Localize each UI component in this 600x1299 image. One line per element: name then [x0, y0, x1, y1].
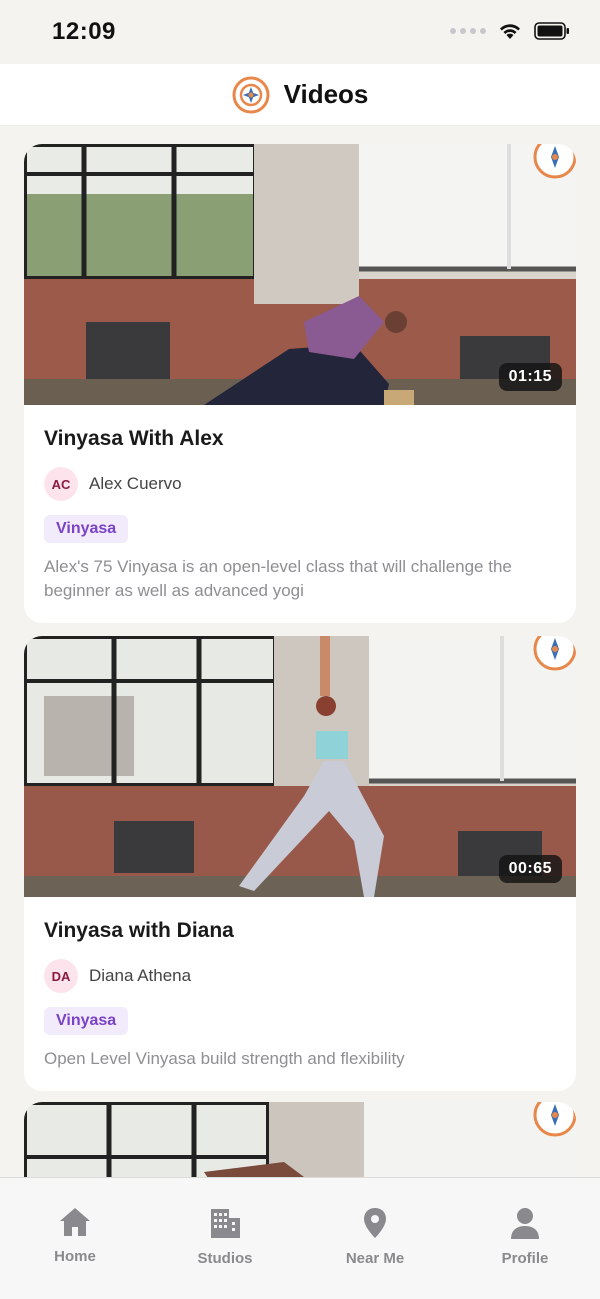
status-bar: 12:09: [0, 0, 600, 64]
instructor-name: Diana Athena: [89, 966, 192, 985]
tab-studios[interactable]: Studios: [150, 1178, 300, 1299]
category-tag[interactable]: Vinyasa: [44, 515, 129, 543]
video-thumbnail[interactable]: [24, 1102, 576, 1177]
tab-profile[interactable]: Profile: [450, 1178, 600, 1299]
video-title[interactable]: Vinyasa with Diana: [44, 919, 556, 943]
video-card[interactable]: 01:15 Vinyasa With Alex AC Alex Cuervo V…: [24, 144, 576, 623]
mandala-logo-icon: [232, 76, 270, 113]
wifi-icon: [500, 24, 520, 39]
video-list[interactable]: 01:15 Vinyasa With Alex AC Alex Cuervo V…: [0, 127, 600, 1177]
video-thumbnail[interactable]: 00:65: [24, 636, 576, 897]
page-title: Videos: [283, 79, 369, 109]
tab-label: Studios: [197, 1250, 253, 1267]
mandala-logo-icon: [533, 144, 576, 179]
location-pin-icon: [364, 1208, 386, 1238]
video-title[interactable]: Vinyasa With Alex: [44, 427, 556, 451]
video-card[interactable]: [24, 1102, 576, 1177]
home-icon: [60, 1208, 90, 1236]
cellular-signal-icon: [450, 28, 486, 34]
instructor-row[interactable]: DA Diana Athena: [44, 959, 556, 993]
video-description: Alex's 75 Vinyasa is an open-level class…: [44, 557, 512, 600]
person-icon: [511, 1208, 539, 1239]
video-duration: 01:15: [498, 363, 562, 391]
building-icon: [211, 1209, 240, 1238]
mandala-logo-icon: [533, 1102, 576, 1137]
avatar: AC: [44, 467, 78, 501]
category-tag[interactable]: Vinyasa: [44, 1007, 129, 1035]
bottom-tab-bar: Home Studios Near Me Profile: [0, 1177, 600, 1299]
video-duration: 00:65: [498, 855, 562, 883]
status-icons: [450, 22, 570, 40]
video-description: Open Level Vinyasa build strength and fl…: [44, 1049, 405, 1068]
tab-label: Home: [54, 1248, 96, 1265]
status-time: 12:09: [52, 18, 116, 45]
instructor-name: Alex Cuervo: [89, 474, 182, 493]
tab-near-me[interactable]: Near Me: [300, 1178, 450, 1299]
battery-icon: [534, 22, 569, 40]
avatar: DA: [44, 959, 78, 993]
tab-label: Profile: [501, 1250, 549, 1267]
video-thumbnail[interactable]: 01:15: [24, 144, 576, 405]
tab-label: Near Me: [345, 1250, 405, 1267]
instructor-row[interactable]: AC Alex Cuervo: [44, 467, 556, 501]
card-body: Vinyasa With Alex AC Alex Cuervo Vinyasa…: [24, 405, 576, 623]
card-body: Vinyasa with Diana DA Diana Athena Vinya…: [24, 897, 576, 1091]
video-card[interactable]: 00:65 Vinyasa with Diana DA Diana Athena…: [24, 636, 576, 1091]
app-header: Videos: [0, 64, 600, 126]
tab-home[interactable]: Home: [0, 1178, 150, 1299]
mandala-logo-icon: [533, 636, 576, 671]
